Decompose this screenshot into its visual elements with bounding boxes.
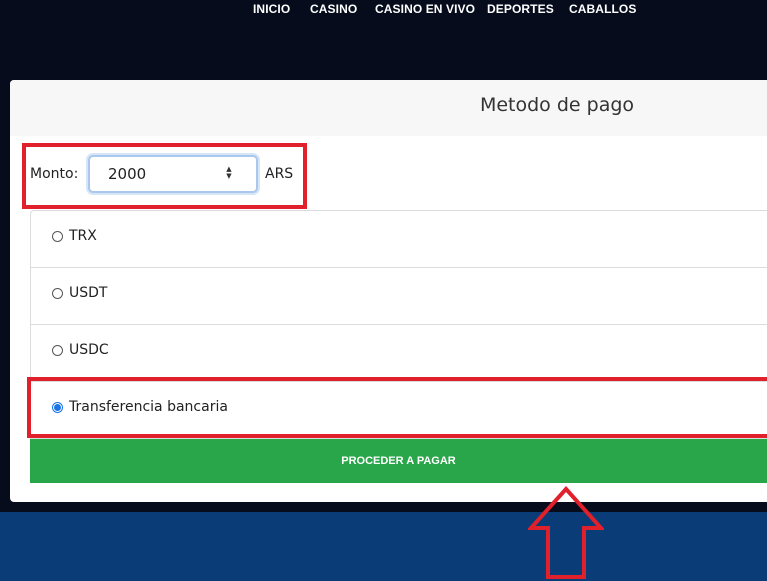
payment-option-usdt[interactable]: USDT: [30, 267, 767, 324]
radio-trx[interactable]: [52, 231, 63, 242]
nav-item-deportes[interactable]: DEPORTES: [487, 2, 554, 16]
up-arrow-annotation-icon: [528, 486, 604, 579]
amount-input[interactable]: [90, 157, 228, 191]
payment-option-usdc[interactable]: USDC: [30, 324, 767, 381]
proceed-to-pay-button[interactable]: PROCEDER A PAGAR: [30, 439, 767, 483]
page-background-band: [0, 512, 767, 581]
modal-header: Metodo de pago: [10, 80, 767, 136]
payment-method-modal: Metodo de pago Monto: ▲▼ ARS TRX USDT US…: [10, 80, 767, 502]
nav-item-casino-en-vivo[interactable]: CASINO EN VIVO: [375, 2, 475, 16]
payment-options-list: TRX USDT USDC Transferencia bancaria: [30, 210, 767, 439]
modal-title: Metodo de pago: [479, 94, 635, 116]
currency-label: ARS: [265, 166, 294, 182]
amount-label: Monto:: [30, 166, 79, 182]
top-navigation: INICIO CASINO CASINO EN VIVO DEPORTES CA…: [0, 0, 767, 80]
amount-stepper-icon[interactable]: ▲ ▼: [224, 166, 234, 182]
amount-input-wrapper: ▲▼: [88, 155, 258, 193]
payment-option-transferencia-bancaria[interactable]: Transferencia bancaria: [30, 381, 767, 439]
option-label: USDC: [69, 342, 109, 358]
payment-option-trx[interactable]: TRX: [30, 210, 767, 267]
option-label: TRX: [69, 228, 97, 244]
option-label: USDT: [69, 285, 108, 301]
nav-item-casino[interactable]: CASINO: [310, 2, 357, 16]
nav-item-caballos[interactable]: CABALLOS: [569, 2, 636, 16]
nav-item-inicio[interactable]: INICIO: [253, 2, 290, 16]
radio-usdc[interactable]: [52, 345, 63, 356]
radio-transferencia-bancaria[interactable]: [52, 402, 63, 413]
radio-usdt[interactable]: [52, 288, 63, 299]
option-label: Transferencia bancaria: [69, 399, 228, 415]
